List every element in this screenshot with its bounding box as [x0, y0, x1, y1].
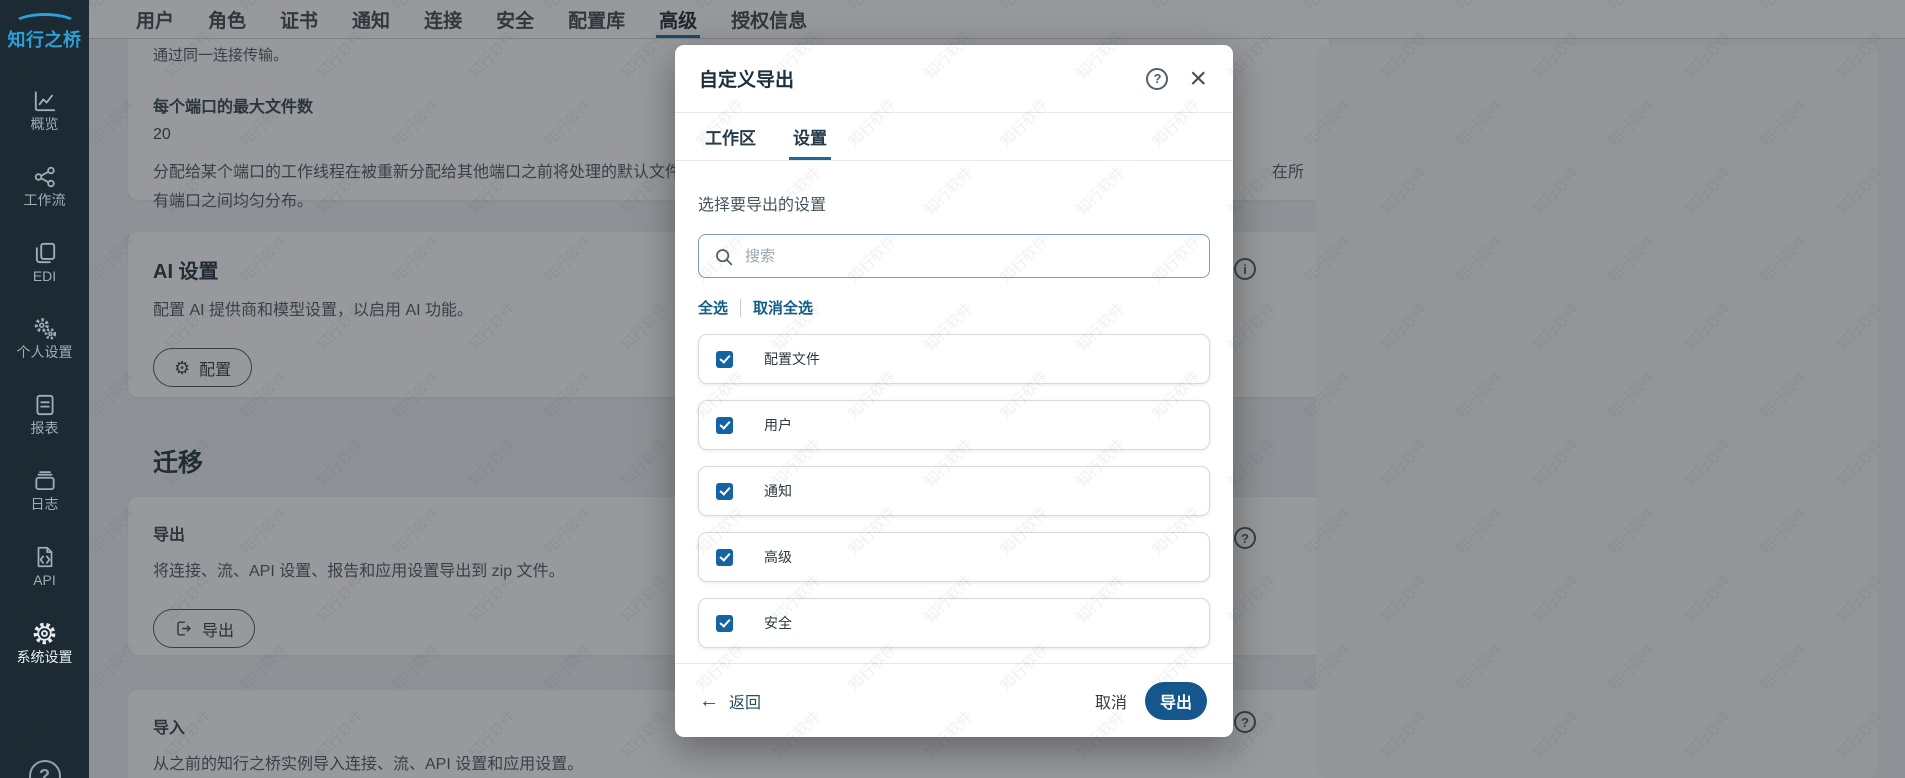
option-label: 配置文件: [764, 351, 820, 367]
copy-pages-icon: [35, 242, 55, 264]
cancel-button[interactable]: 取消: [1095, 689, 1127, 713]
api-file-icon: [37, 546, 52, 568]
checkbox-checked-icon[interactable]: [716, 548, 733, 566]
line-chart-icon: [34, 91, 55, 112]
sidebar: 知行之桥 概览 工作流 EDI 个人设置 报表 日志 API 系统设置 ?: [0, 0, 89, 778]
option-label: 用户: [764, 417, 792, 433]
sidebar-item-edi[interactable]: EDI: [0, 224, 89, 300]
tab-workspace[interactable]: 工作区: [705, 113, 756, 160]
sidebar-item-overview[interactable]: 概览: [0, 72, 89, 148]
back-button[interactable]: ← 返回: [699, 689, 1095, 713]
export-option-row[interactable]: 配置文件: [698, 334, 1210, 384]
sidebar-item-api[interactable]: API: [0, 528, 89, 604]
dialog-tab-bar: 工作区 设置: [675, 113, 1233, 161]
export-options-list: 配置文件 用户 通知 高级 安全: [698, 334, 1210, 648]
sidebar-item-system-settings[interactable]: 系统设置: [0, 604, 89, 680]
sidebar-item-label: API: [33, 572, 56, 588]
option-label: 通知: [764, 483, 792, 499]
sidebar-item-profile-settings[interactable]: 个人设置: [0, 300, 89, 376]
close-icon[interactable]: ×: [1189, 63, 1207, 93]
checkbox-checked-icon[interactable]: [716, 350, 733, 368]
sidebar-item-logs[interactable]: 日志: [0, 452, 89, 528]
option-label: 安全: [764, 615, 792, 631]
export-submit-button[interactable]: 导出: [1145, 681, 1207, 720]
export-option-row[interactable]: 用户: [698, 400, 1210, 450]
sidebar-item-reports[interactable]: 报表: [0, 376, 89, 452]
arrow-left-icon: ←: [699, 689, 719, 712]
sidebar-item-label: 系统设置: [16, 648, 73, 665]
back-button-label: 返回: [729, 694, 762, 712]
select-all-link[interactable]: 全选: [698, 297, 728, 318]
workflow-nodes-icon: [34, 166, 55, 188]
sidebar-item-label: 日志: [30, 496, 59, 512]
checkbox-checked-icon[interactable]: [716, 416, 733, 434]
help-icon[interactable]: ?: [28, 760, 61, 778]
sidebar-item-label: EDI: [32, 268, 57, 284]
logs-stack-icon: [34, 471, 55, 491]
tab-settings[interactable]: 设置: [789, 113, 831, 160]
export-option-row[interactable]: 通知: [698, 466, 1210, 516]
sidebar-item-workflow[interactable]: 工作流: [0, 148, 89, 224]
double-gear-icon: [34, 318, 56, 340]
app-root: 通过同一连接传输。 每个端口的最大文件数 20 分配给某个端口的工作线程在被重新…: [0, 0, 1905, 778]
report-document-icon: [35, 394, 54, 416]
export-option-row[interactable]: 高级: [698, 532, 1210, 582]
option-label: 高级: [764, 549, 792, 565]
checkbox-checked-icon[interactable]: [716, 614, 733, 632]
deselect-all-link[interactable]: 取消全选: [753, 297, 813, 318]
gear-icon: [33, 622, 56, 644]
dialog-title: 自定义导出: [699, 70, 795, 91]
sidebar-item-label: 报表: [30, 420, 59, 436]
link-divider: [740, 298, 742, 317]
section-label: 选择要导出的设置: [698, 197, 827, 214]
checkbox-checked-icon[interactable]: [716, 482, 733, 500]
sidebar-item-label: 个人设置: [16, 344, 73, 360]
dialog-help-icon[interactable]: ?: [1146, 67, 1169, 90]
search-icon: [716, 249, 733, 266]
sidebar-item-label: 工作流: [23, 192, 66, 208]
sidebar-item-label: 概览: [30, 116, 59, 132]
search-input[interactable]: [743, 236, 1193, 276]
app-logo: 知行之桥: [7, 30, 82, 50]
search-box: [698, 234, 1210, 278]
custom-export-dialog: 自定义导出 ? × 工作区 设置 选择要导出的设置 全选 取消全选 配置文件: [675, 45, 1233, 737]
export-option-row[interactable]: 安全: [698, 598, 1210, 648]
